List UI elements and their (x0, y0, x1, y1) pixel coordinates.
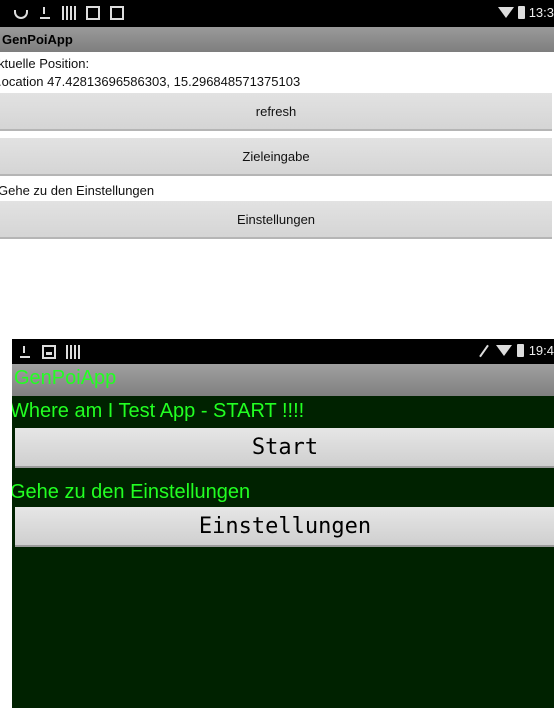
refresh-button[interactable]: refresh (0, 93, 552, 131)
wifi-icon (497, 7, 514, 18)
app-heading: Where am I Test App - START !!!! (12, 400, 305, 422)
download-icon (18, 345, 32, 359)
wifi-icon (495, 345, 512, 356)
bag-icon (86, 6, 100, 20)
settings-hint: Gehe zu den Einstellungen (12, 481, 251, 503)
zieleingabe-button[interactable]: Zieleingabe (0, 138, 552, 176)
top-screen: 13:3 GenPoiApp ktuelle Position: .ocatio… (0, 0, 554, 242)
action-bar: GenPoiApp (0, 27, 554, 52)
bottom-screen: 19:4 GenPoiApp Where am I Test App - STA… (12, 339, 554, 708)
settings-hint: Gehe zu den Einstellungen (0, 183, 155, 198)
clipboard-icon (110, 6, 124, 20)
download-icon (38, 6, 52, 20)
start-button[interactable]: Start (15, 428, 554, 468)
settings-button[interactable]: Einstellungen (0, 201, 552, 239)
app-title: GenPoiApp (14, 367, 117, 389)
mute-icon (477, 344, 491, 358)
battery-icon (517, 6, 525, 19)
barcode-icon (66, 345, 80, 359)
barcode-icon (62, 6, 76, 20)
battery-icon (516, 344, 524, 357)
status-bar: 13:3 (0, 0, 554, 27)
image-icon (42, 345, 56, 359)
status-time: 13:3 (528, 5, 554, 20)
app-title: GenPoiApp (2, 32, 73, 47)
location-text: .ocation 47.42813696586303, 15.296848571… (0, 74, 301, 89)
position-label: ktuelle Position: (0, 56, 90, 71)
status-bar: 19:4 (12, 339, 554, 364)
action-bar: GenPoiApp (12, 364, 554, 396)
satellite-icon (14, 10, 28, 19)
settings-button[interactable]: Einstellungen (15, 507, 554, 547)
status-time: 19:4 (528, 343, 554, 358)
